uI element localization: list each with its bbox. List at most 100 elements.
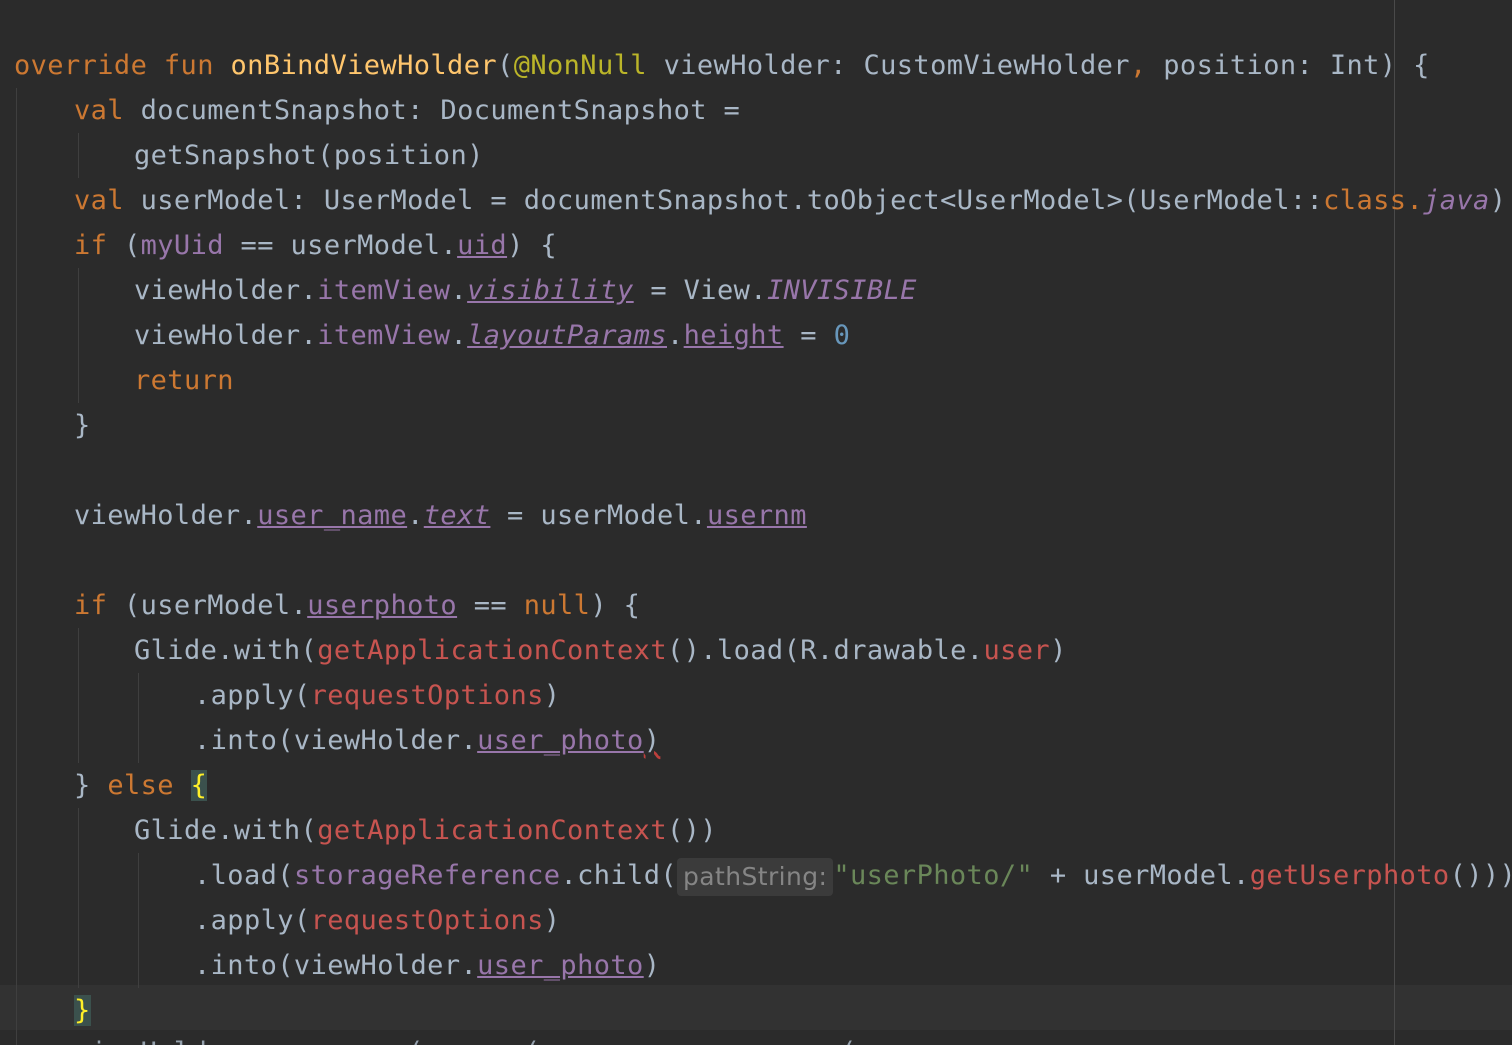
property: uid: [457, 230, 508, 261]
unresolved-reference: requestOptions: [310, 905, 544, 936]
property: itemView: [317, 275, 451, 306]
code-text: ) {: [590, 590, 641, 621]
code-text: viewHolder.: [74, 500, 258, 531]
code-line-2[interactable]: val documentSnapshot: DocumentSnapshot =: [74, 88, 740, 133]
code-text: ,: [1129, 50, 1147, 81]
code-line-5[interactable]: if (myUid == userModel.uid) {: [74, 223, 557, 268]
property: itemView: [317, 320, 451, 351]
property: visibility: [467, 275, 634, 306]
code-line-7[interactable]: viewHolder.itemView.layoutParams.height …: [134, 313, 850, 358]
property: usernm: [706, 500, 807, 531]
code-text: + userModel.: [1033, 860, 1250, 891]
code-text: .into(viewHolder.: [194, 950, 478, 981]
code-line-13[interactable]: if (userModel.userphoto == null) {: [74, 583, 640, 628]
code-line-9[interactable]: }: [74, 403, 91, 448]
property: userphoto: [307, 590, 458, 621]
keyword: override: [14, 50, 148, 81]
code-text: .: [450, 320, 468, 351]
matched-brace: }: [74, 995, 91, 1026]
code-line-4[interactable]: val userModel: UserModel = documentSnaps…: [74, 178, 1512, 223]
keyword: return: [134, 365, 234, 396]
unresolved-reference: getApplicationContext: [317, 815, 667, 846]
matched-brace: {: [190, 770, 208, 801]
code-text: ()): [666, 815, 717, 846]
code-text: .apply(: [194, 905, 311, 936]
code-text: }: [74, 410, 91, 441]
code-line-15[interactable]: .apply(requestOptions): [194, 673, 560, 718]
code-line-11[interactable]: viewHolder.user_name.text = userModel.us…: [74, 493, 807, 538]
code-text: ): [643, 950, 661, 981]
keyword: if: [74, 230, 108, 261]
code-text: (: [497, 50, 514, 81]
code-text: =: [783, 320, 834, 351]
code-line-3[interactable]: getSnapshot(position): [134, 133, 484, 178]
indent-guide: [78, 268, 79, 403]
code-text: ) {: [507, 230, 558, 261]
property: storageReference: [293, 860, 561, 891]
code-text: Glide.with(: [134, 815, 318, 846]
code-text: ): [1050, 635, 1067, 666]
code-text: (: [107, 230, 141, 261]
unresolved-reference: user: [983, 635, 1051, 666]
code-text: }: [74, 770, 108, 801]
code-line-16[interactable]: .into(viewHolder.user_photo): [194, 718, 660, 763]
code-line-17[interactable]: } else {: [74, 763, 208, 808]
code-text: viewHolder.: [134, 275, 318, 306]
code-text: .into(viewHolder.: [194, 725, 478, 756]
property: text: [423, 500, 491, 531]
code-text: .: [667, 320, 684, 351]
unresolved-reference: getApplicationContext: [317, 635, 667, 666]
current-line-highlight: [0, 985, 1512, 1030]
code-text: .: [1406, 185, 1424, 216]
indent-guide: [138, 853, 139, 988]
code-line-1[interactable]: override fun onBindViewHolder(@NonNull v…: [14, 43, 1430, 88]
code-text: viewHolder.: [134, 320, 318, 351]
property: layoutParams: [467, 320, 667, 351]
code-line-22[interactable]: }: [74, 988, 91, 1033]
code-line-6[interactable]: viewHolder.itemView.visibility = View.IN…: [134, 268, 917, 313]
code-text: viewHolder: CustomViewHolder: [646, 50, 1130, 81]
code-text: )!!: [1489, 185, 1512, 216]
property: myUid: [140, 230, 224, 261]
code-line-18[interactable]: Glide.with(getApplicationContext()): [134, 808, 717, 853]
indent-guide: [78, 133, 79, 178]
code-text: getSnapshot(position): [134, 140, 484, 171]
code-editor[interactable]: override fun onBindViewHolder(@NonNull v…: [0, 0, 1512, 1045]
code-text: ())): [1449, 860, 1512, 891]
code-text: == userModel.: [223, 230, 458, 261]
keyword: null: [523, 590, 591, 621]
number-literal: 0: [833, 320, 851, 351]
code-text: ().load(R.drawable.: [666, 635, 984, 666]
indent-guide: [138, 673, 139, 763]
function-name: onBindViewHolder: [230, 50, 498, 81]
code-line-20[interactable]: .apply(requestOptions): [194, 898, 560, 943]
code-line-19[interactable]: .load(storageReference.child(pathString:…: [194, 853, 1512, 898]
unresolved-reference: requestOptions: [310, 680, 544, 711]
code-text: .apply(: [194, 680, 311, 711]
code-text: .load(: [194, 860, 294, 891]
code-text: ): [543, 680, 561, 711]
indent-guide: [16, 88, 17, 1045]
property: user_photo: [477, 725, 644, 756]
annotation: @NonNull: [513, 50, 647, 81]
keyword: else: [107, 770, 174, 801]
code-text: Glide.with(: [134, 635, 318, 666]
warning-squiggle[interactable]: ): [644, 725, 661, 756]
keyword: if: [74, 590, 108, 621]
keyword: val: [74, 95, 124, 126]
code-line-21[interactable]: .into(viewHolder.user_photo): [194, 943, 660, 988]
code-text: = userModel.: [490, 500, 707, 531]
keyword: fun: [163, 50, 214, 81]
code-text: .child(: [560, 860, 678, 891]
code-line-14[interactable]: Glide.with(getApplicationContext().load(…: [134, 628, 1067, 673]
code-line-8[interactable]: return: [134, 358, 234, 403]
keyword: val: [74, 185, 124, 216]
code-text: = View.: [633, 275, 767, 306]
indent-guide: [78, 628, 79, 763]
property: user_name: [257, 500, 408, 531]
code-text: position: Int) {: [1146, 50, 1430, 81]
code-text: ==: [457, 590, 524, 621]
indent-guide: [78, 808, 79, 988]
property: height: [683, 320, 784, 351]
